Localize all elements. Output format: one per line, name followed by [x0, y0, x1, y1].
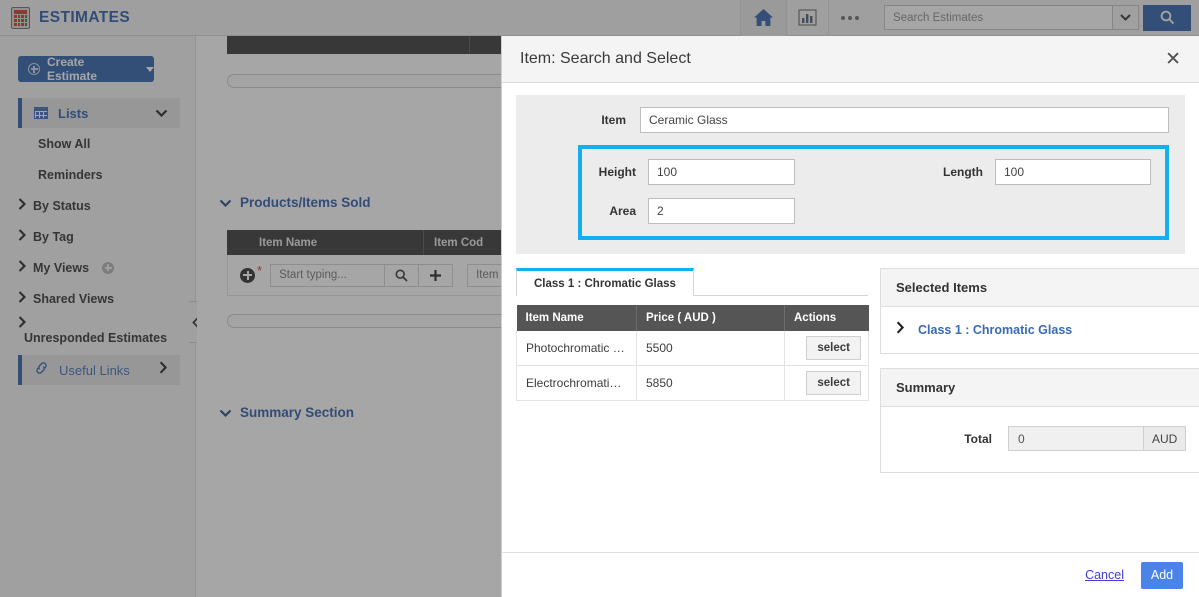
- total-input: [1008, 426, 1144, 451]
- cell-actions: select: [784, 365, 869, 401]
- results-left-column: Class 1 : Chromatic Glass Item Name Pric…: [516, 268, 869, 473]
- add-button[interactable]: Add: [1141, 561, 1183, 589]
- area-field: Area: [582, 198, 874, 224]
- cancel-button[interactable]: Cancel: [1085, 568, 1124, 582]
- length-label: Length: [943, 165, 983, 179]
- summary-body: Total AUD: [881, 407, 1199, 472]
- results-area: Class 1 : Chromatic Glass Item Name Pric…: [502, 254, 1199, 473]
- cell-actions: select: [784, 331, 869, 366]
- area-label: Area: [609, 204, 636, 218]
- dialog-header: Item: Search and Select ✕: [502, 36, 1199, 83]
- selected-items-title: Selected Items: [881, 269, 1199, 307]
- summary-title: Summary: [881, 369, 1199, 407]
- length-input[interactable]: [995, 159, 1151, 185]
- results-table: Item Name Price ( AUD ) Actions Photochr…: [516, 305, 869, 401]
- list-item[interactable]: Class 1 : Chromatic Glass: [896, 321, 1186, 339]
- total-row: Total AUD: [896, 421, 1187, 458]
- height-input[interactable]: [648, 159, 795, 185]
- tab-class-1-chromatic-glass[interactable]: Class 1 : Chromatic Glass: [516, 268, 694, 296]
- results-tabs: Class 1 : Chromatic Glass: [516, 268, 868, 296]
- results-table-header-row: Item Name Price ( AUD ) Actions: [516, 305, 869, 331]
- height-label: Height: [598, 165, 636, 179]
- summary-card: Summary Total AUD: [880, 368, 1199, 473]
- select-button[interactable]: select: [806, 371, 861, 395]
- results-right-column: Selected Items Class 1 : Chromatic Glass…: [880, 268, 1199, 473]
- select-button[interactable]: select: [806, 336, 861, 360]
- cell-price: 5850: [636, 365, 785, 401]
- dialog-footer: Cancel Add: [502, 552, 1199, 597]
- cell-item-name: Electrochromatic Gl...: [516, 365, 637, 401]
- item-label: Item: [601, 113, 626, 127]
- currency-badge: AUD: [1144, 426, 1187, 451]
- total-label: Total: [964, 431, 992, 446]
- table-row: Photochromatic Glass 5500 select: [516, 331, 869, 366]
- close-icon[interactable]: ✕: [1165, 50, 1181, 69]
- tab-label: Class 1 : Chromatic Glass: [534, 277, 676, 290]
- height-length-row: Height Length: [582, 159, 1165, 185]
- item-input[interactable]: [640, 107, 1169, 133]
- height-field: Height: [582, 159, 874, 185]
- area-input[interactable]: [648, 198, 795, 224]
- length-field: Length: [913, 159, 1165, 185]
- column-header-price: Price ( AUD ): [636, 305, 785, 331]
- column-header-item-name: Item Name: [516, 305, 637, 331]
- column-header-actions: Actions: [784, 305, 869, 331]
- selected-items-body: Class 1 : Chromatic Glass: [881, 307, 1199, 353]
- selected-items-card: Selected Items Class 1 : Chromatic Glass: [880, 268, 1199, 354]
- area-row: Area: [582, 198, 1165, 224]
- chevron-right-icon[interactable]: [896, 321, 905, 339]
- dialog-body: Item Height Length Area: [502, 83, 1199, 552]
- cell-item-name: Photochromatic Glass: [516, 331, 637, 366]
- search-criteria-panel: Item Height Length Area: [516, 95, 1185, 254]
- cell-price: 5500: [636, 331, 785, 366]
- dialog-title: Item: Search and Select: [520, 50, 691, 67]
- table-row: Electrochromatic Gl... 5850 select: [516, 365, 869, 401]
- selected-item-label: Class 1 : Chromatic Glass: [918, 323, 1073, 337]
- item-search-select-dialog: Item: Search and Select ✕ Item Height Le…: [501, 36, 1199, 597]
- dimensions-highlight-box: Height Length Area: [578, 145, 1169, 240]
- item-field-row: Item: [516, 107, 1185, 133]
